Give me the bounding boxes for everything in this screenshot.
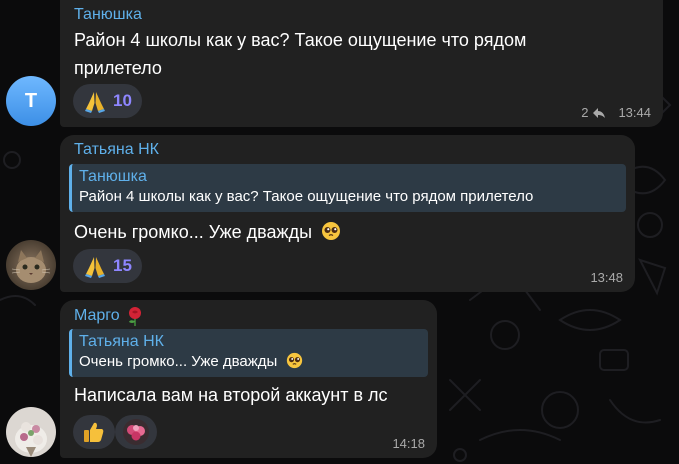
reply-quote[interactable]: Танюшка Район 4 школы как у вас? Такое о… <box>69 164 626 212</box>
reaction-avatar-reactor[interactable] <box>115 415 157 449</box>
reaction-thumbs-up[interactable] <box>73 415 115 449</box>
message-text: Очень громко... Уже дважды <box>74 218 341 246</box>
reactor-avatar-flowers <box>123 419 149 445</box>
message-text-line-1: Район 4 школы как у вас? Такое ощущение … <box>74 30 527 50</box>
cat-photo-avatar <box>6 240 56 290</box>
flowers-photo-avatar <box>6 407 56 457</box>
message-meta: 2 13:44 <box>581 105 651 120</box>
reaction-count: 10 <box>113 91 132 110</box>
message-meta: 14:18 <box>392 436 425 451</box>
reply-arrow-icon <box>593 107 606 118</box>
reply-count: 2 <box>581 105 589 120</box>
reaction-praying-hands[interactable]: 10 <box>73 84 142 118</box>
message-text-content: Очень громко... Уже дважды <box>74 222 313 242</box>
avatar-margo[interactable] <box>6 407 56 457</box>
reaction-praying-hands[interactable]: 15 <box>73 249 142 283</box>
avatar-tanyushka[interactable]: T <box>6 76 56 126</box>
message-text: Район 4 школы как у вас? Такое ощущение … <box>74 26 526 82</box>
quote-author: Татьяна НК <box>79 333 164 350</box>
message-bubble-3[interactable]: Марго Татьяна НК Очень громко... Уже два… <box>60 300 437 458</box>
message-text-line-2: прилетело <box>74 58 162 78</box>
message-meta: 13:48 <box>590 270 623 285</box>
rose-icon <box>128 307 141 326</box>
sender-name[interactable]: Татьяна НК <box>74 141 159 159</box>
reaction-count: 15 <box>113 256 132 275</box>
message-time: 14:18 <box>392 436 425 451</box>
quote-text: Очень громко... Уже дважды <box>79 351 421 373</box>
quote-author: Танюшка <box>79 168 147 185</box>
avatar-tatyana-nk[interactable] <box>6 240 56 290</box>
pleading-face-icon <box>286 352 302 369</box>
quote-text-content: Очень громко... Уже дважды <box>79 353 278 370</box>
quote-text: Район 4 школы как у вас? Такое ощущение … <box>79 188 534 205</box>
praying-hands-icon <box>85 92 105 113</box>
message-bubble-2[interactable]: Татьяна НК Танюшка Район 4 школы как у в… <box>60 135 635 292</box>
sender-name[interactable]: Марго <box>74 307 120 325</box>
sender-row: Марго <box>74 306 144 326</box>
praying-hands-icon <box>85 257 105 278</box>
pleading-face-icon <box>322 222 341 240</box>
reply-quote[interactable]: Татьяна НК Очень громко... Уже дважды <box>69 329 428 377</box>
sender-name[interactable]: Танюшка <box>74 6 142 24</box>
avatar-letter: T <box>24 89 38 112</box>
message-text: Написала вам на второй аккаунт в лс <box>74 385 388 405</box>
message-time: 13:44 <box>618 105 651 120</box>
thumbs-up-icon <box>84 422 104 442</box>
message-time: 13:48 <box>590 270 623 285</box>
message-bubble-1[interactable]: Танюшка Район 4 школы как у вас? Такое о… <box>60 0 663 127</box>
